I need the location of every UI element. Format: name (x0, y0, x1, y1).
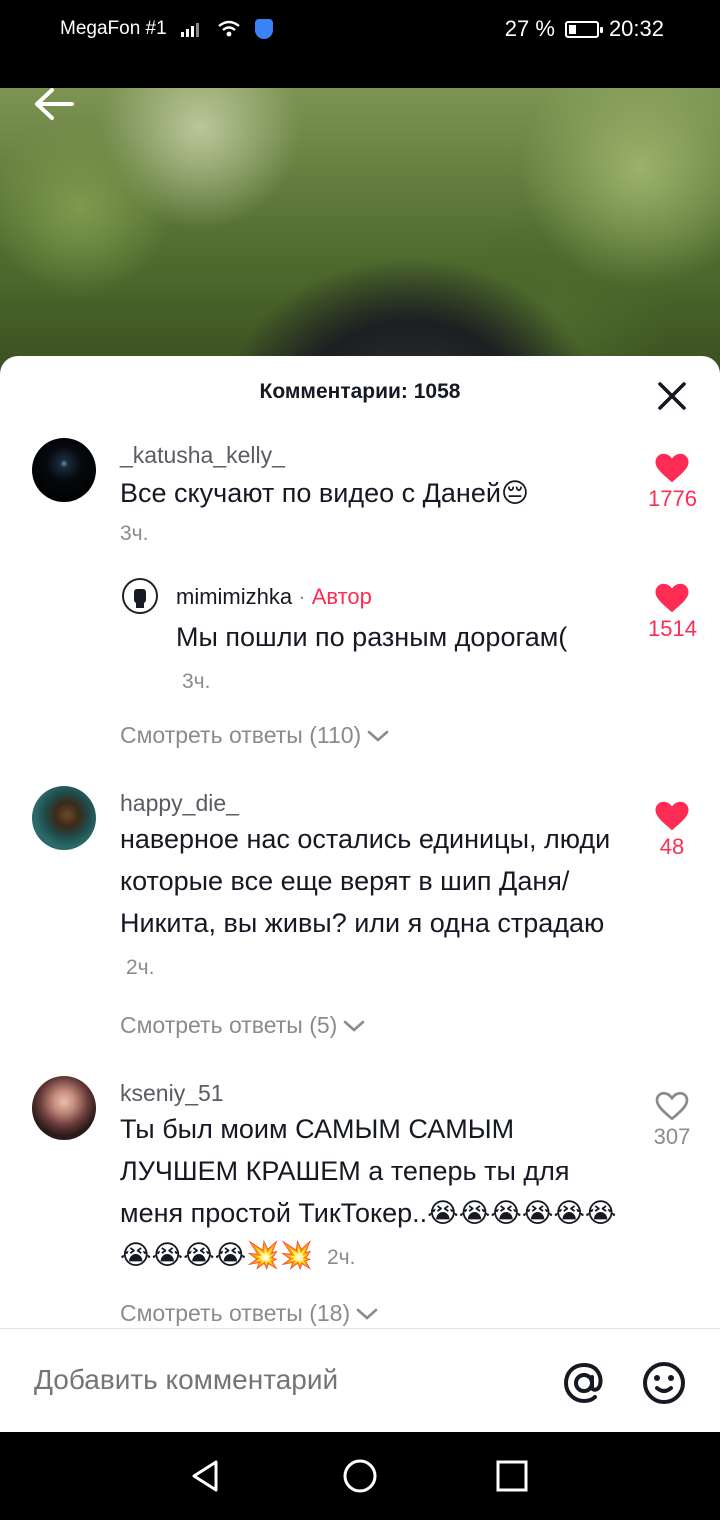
heart-icon (655, 1091, 689, 1121)
status-bar: MegaFon #1 27 % 20:32 (0, 0, 720, 62)
back-arrow-icon[interactable] (32, 86, 76, 122)
like-count: 1776 (648, 486, 697, 511)
heart-icon (655, 453, 689, 483)
avatar[interactable] (32, 438, 96, 502)
reply-time: 3ч. (182, 670, 211, 693)
view-replies-label: Смотреть ответы (18) (120, 1300, 351, 1326)
comment-username[interactable]: kseniy_51 (120, 1080, 224, 1107)
comments-sheet: Комментарии: 1058 _katusha_kelly_ Все ск… (0, 356, 720, 1432)
wifi-icon (217, 20, 240, 37)
avatar[interactable] (32, 1076, 96, 1140)
comment-time: 2ч. (126, 956, 155, 979)
comment-body: наверное нас остались единицы, люди кото… (120, 824, 611, 938)
comment-input[interactable] (32, 1363, 516, 1397)
nav-back-icon[interactable] (188, 1458, 224, 1494)
status-left: MegaFon #1 (60, 18, 273, 40)
reply-separator: · (292, 584, 312, 609)
reply-header: mimimizhka · Автор (176, 584, 372, 610)
reply-text: Мы пошли по разным дорогам( 3ч. (176, 616, 606, 703)
comment-text: Ты был моим САМЫМ САМЫМ ЛУЧШЕМ КРАШЕМ а … (120, 1108, 620, 1279)
comment-body: Все скучают по видео с Даней😔 (120, 478, 530, 508)
like-button[interactable]: 1776 (648, 452, 697, 512)
fist-icon (134, 589, 146, 608)
chevron-down-icon (344, 1020, 365, 1032)
reply-username[interactable]: mimimizhka (176, 584, 292, 609)
author-badge: Автор (311, 584, 372, 609)
reply-like-button[interactable]: 1514 (648, 582, 697, 642)
comment-text: наверное нас остались единицы, люди кото… (120, 818, 620, 989)
close-icon[interactable] (654, 378, 690, 414)
system-nav-bar (0, 1432, 720, 1520)
like-button[interactable]: 307 (648, 1090, 696, 1150)
comment-username[interactable]: happy_die_ (120, 790, 239, 817)
view-replies-button[interactable]: Смотреть ответы (110) (120, 722, 389, 749)
status-right: 27 % 20:32 (505, 16, 664, 42)
avatar[interactable] (32, 786, 96, 850)
comment-time: 3ч. (120, 522, 149, 545)
comment-input-bar (0, 1328, 720, 1432)
shield-icon (254, 19, 273, 39)
signal-icon (180, 23, 199, 37)
battery-icon (564, 20, 603, 38)
battery-fill (568, 24, 576, 34)
chevron-down-icon (367, 730, 389, 742)
comments-list[interactable]: _katusha_kelly_ Все скучают по видео с Д… (0, 432, 720, 1328)
nav-recents-icon[interactable] (494, 1458, 530, 1494)
comments-title: Комментарии: 1058 (259, 380, 461, 403)
video-background[interactable] (0, 88, 720, 378)
view-replies-button[interactable]: Смотреть ответы (5) (120, 1012, 365, 1039)
like-button[interactable]: 48 (648, 800, 696, 860)
at-icon[interactable] (560, 1359, 608, 1407)
like-count: 48 (659, 834, 685, 859)
view-replies-label: Смотреть ответы (110) (120, 722, 362, 748)
chevron-down-icon (356, 1308, 378, 1320)
comment-text: Все скучают по видео с Даней😔 (120, 472, 620, 514)
like-count: 1514 (648, 616, 697, 641)
nav-home-icon[interactable] (342, 1458, 378, 1494)
reply-body: Мы пошли по разным дорогам( (176, 622, 568, 652)
comment-time: 2ч. (326, 1246, 356, 1269)
reply-avatar[interactable] (122, 578, 158, 614)
view-replies-button[interactable]: Смотреть ответы (18) (120, 1300, 378, 1327)
clock: 20:32 (608, 16, 664, 41)
comment-body: Ты был моим САМЫМ САМЫМ ЛУЧШЕМ КРАШЕМ а … (120, 1114, 617, 1270)
battery-percent: 27 % (504, 16, 555, 41)
heart-icon (655, 801, 689, 831)
carrier-label: MegaFon #1 (60, 18, 167, 39)
like-count: 307 (653, 1124, 691, 1149)
heart-icon (655, 583, 689, 613)
view-replies-label: Смотреть ответы (5) (120, 1012, 338, 1038)
comment-username[interactable]: _katusha_kelly_ (120, 442, 285, 469)
emoji-icon[interactable] (640, 1359, 688, 1407)
